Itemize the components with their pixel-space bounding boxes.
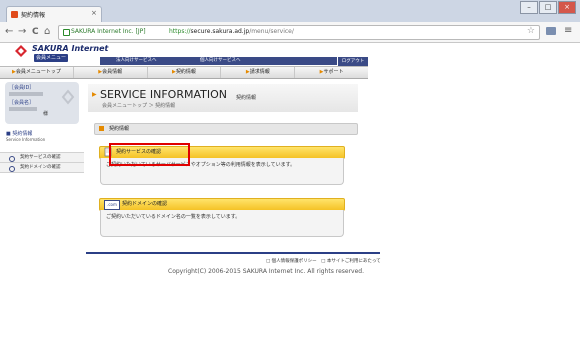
sidebar-item-service[interactable]: 契約サービスの確認 <box>0 152 84 162</box>
maximize-button[interactable]: □ <box>539 1 557 14</box>
sakura-watermark-icon <box>61 89 75 105</box>
browser-toolbar: ← → C ⌂ SAKURA Internet Inc. [JP] https:… <box>0 22 580 43</box>
camera-icon[interactable] <box>546 27 556 35</box>
copyright: Copyright(C) 2006-2015 SAKURA Internet I… <box>168 268 364 275</box>
url-text: https://secure.sakura.ad.jp/menu/service… <box>169 28 294 35</box>
page-title: SERVICE INFORMATION <box>100 88 227 101</box>
card-domain-description: ご契約いただいているドメイン名の一覧を表示しています。 <box>106 214 241 220</box>
member-name-label: ［会員名］ <box>9 100 35 106</box>
sidebar-menu: 契約サービスの確認 契約ドメインの確認 <box>0 152 84 173</box>
page-title-bar: ▶ SERVICE INFORMATION 契約情報 会員メニュートップ ＞ 契… <box>88 84 358 112</box>
gnav-support[interactable]: ▶サポート <box>295 67 368 78</box>
logo-text[interactable]: SAKURA Internet <box>32 44 108 53</box>
member-id-value-redacted <box>9 92 43 96</box>
gnav-member-top[interactable]: ▶会員メニュートップ <box>0 67 74 78</box>
footer-divider <box>86 252 380 254</box>
breadcrumb: 会員メニュートップ ＞ 契約情報 <box>102 103 176 109</box>
browser-tab-bar: 契約情報 × – □ × <box>0 0 580 23</box>
ev-certificate-badge[interactable]: SAKURA Internet Inc. [JP] <box>71 28 146 35</box>
url-path: /menu/service/ <box>249 28 294 35</box>
window-controls: – □ × <box>520 1 576 14</box>
minimize-button[interactable]: – <box>520 1 538 14</box>
member-info-box: ［会員ID］ ［会員名］ 様 <box>5 82 79 124</box>
url-host: secure.sakura.ad.jp <box>190 28 250 35</box>
card-domain-body: ご契約いただいているドメイン名の一覧を表示しています。 <box>100 210 344 237</box>
corporate-services-link[interactable]: 法人向けサービスへ <box>116 57 157 65</box>
tab-close-icon[interactable]: × <box>91 9 97 17</box>
dotcom-icon: .com <box>104 200 120 210</box>
personal-services-link[interactable]: 個人向けサービスへ <box>200 57 241 65</box>
member-id-label: ［会員ID］ <box>9 85 35 91</box>
tab-title: 契約情報 <box>21 12 46 19</box>
section-square-icon <box>99 126 104 131</box>
footer-links[interactable]: □ 個人情報保護ポリシー □ 本サイトご利用にあたって <box>266 258 381 264</box>
title-arrow-icon: ▶ <box>92 91 97 98</box>
gnav-member-info[interactable]: ▶会員情報 <box>74 67 148 78</box>
bookmark-star-icon[interactable]: ☆ <box>527 26 535 36</box>
circle-bullet-icon <box>9 166 15 172</box>
sidebar-section-title: ■ 契約情報 <box>6 131 33 137</box>
forward-icon[interactable]: → <box>18 26 26 38</box>
card-domain-link[interactable]: 契約ドメインの確認 <box>122 199 167 210</box>
reload-icon[interactable]: C <box>32 26 39 38</box>
browser-tab[interactable]: 契約情報 × <box>6 6 102 23</box>
member-menu-logo: 会員メニュー <box>34 54 68 62</box>
lock-icon <box>63 29 70 36</box>
member-name-value-redacted <box>9 107 37 111</box>
sidebar-section-title-en: Service Information <box>6 137 46 142</box>
section-title: 契約情報 <box>109 126 130 132</box>
gnav-billing-info[interactable]: ▶請求情報 <box>221 67 296 78</box>
home-icon[interactable]: ⌂ <box>44 26 50 38</box>
favicon-icon <box>11 11 18 18</box>
global-nav: ▶会員メニュートップ ▶会員情報 ▶契約情報 ▶請求情報 ▶サポート <box>0 66 368 79</box>
url-scheme: https:// <box>169 28 191 35</box>
highlight-box <box>109 143 190 166</box>
back-icon[interactable]: ← <box>5 26 13 38</box>
page-title-sub: 契約情報 <box>236 95 257 101</box>
sidebar-item-domain[interactable]: 契約ドメインの確認 <box>0 162 84 173</box>
section-header: 契約情報 <box>94 123 358 135</box>
header-link-bar: 法人向けサービスへ 個人向けサービスへ <box>100 57 368 65</box>
gnav-contract-info[interactable]: ▶契約情報 <box>148 67 222 78</box>
sakura-logo-icon[interactable] <box>14 44 28 58</box>
honorific: 様 <box>43 111 49 117</box>
menu-icon[interactable]: ≡ <box>564 25 572 36</box>
address-bar[interactable]: SAKURA Internet Inc. [JP] https://secure… <box>58 25 540 40</box>
close-window-button[interactable]: × <box>558 1 576 14</box>
